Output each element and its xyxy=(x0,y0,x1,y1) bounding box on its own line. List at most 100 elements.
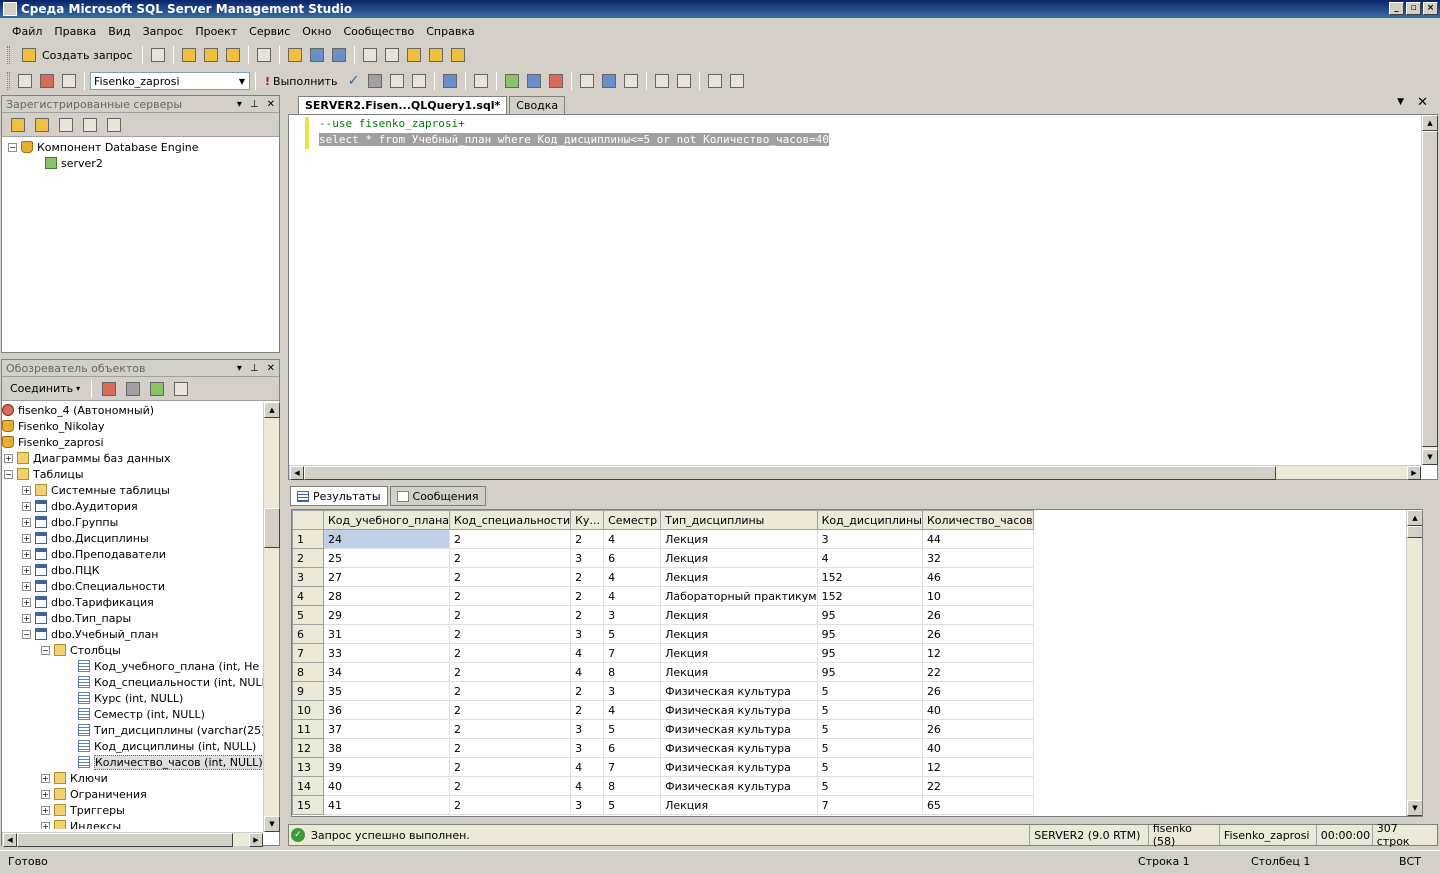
table-cell[interactable]: 40 xyxy=(921,700,1034,720)
results-to-grid-icon[interactable] xyxy=(577,71,597,91)
table-cell[interactable]: 4 xyxy=(603,700,662,720)
parse-check-icon[interactable]: ✓ xyxy=(343,71,363,91)
uncomment-icon[interactable] xyxy=(652,71,672,91)
table-row[interactable]: 4 28 2 2 4 Лабораторный практикум 152 10 xyxy=(292,586,1034,606)
menu-query[interactable]: Запрос xyxy=(137,25,190,38)
table-cell[interactable]: 2 xyxy=(449,757,572,777)
table-cell[interactable]: 152 xyxy=(816,586,923,606)
table-cell[interactable]: 2 xyxy=(449,681,572,701)
menu-file[interactable]: Файл xyxy=(6,25,48,38)
new-file-button[interactable] xyxy=(148,45,168,65)
row-number[interactable]: 13 xyxy=(292,757,324,777)
menu-tools[interactable]: Сервис xyxy=(243,25,296,38)
menu-help[interactable]: Справка xyxy=(420,25,480,38)
tree-node-table[interactable]: + dbo.Специальности xyxy=(22,578,165,594)
table-cell[interactable]: 2 xyxy=(449,643,572,663)
table-cell[interactable]: 2 xyxy=(570,700,605,720)
table-row[interactable]: 2 25 2 3 6 Лекция 4 32 xyxy=(292,548,1034,568)
dropdown-icon[interactable]: ▾ xyxy=(237,363,242,374)
save-all-icon[interactable] xyxy=(329,45,349,65)
table-cell[interactable]: 38 xyxy=(322,738,451,758)
scroll-thumb[interactable] xyxy=(1407,526,1422,538)
table-cell[interactable]: 36 xyxy=(322,700,451,720)
expand-icon[interactable]: + xyxy=(22,565,31,575)
tree-node-table[interactable]: + dbo.Группы xyxy=(22,514,118,530)
editor-vertical-scrollbar[interactable]: ▲ ▼ xyxy=(1421,115,1438,465)
collapse-icon[interactable]: − xyxy=(8,142,17,152)
new-query-button[interactable]: Создать запрос xyxy=(15,45,137,65)
table-cell[interactable]: 8 xyxy=(603,662,662,682)
scroll-down-icon[interactable]: ▼ xyxy=(1407,800,1422,816)
expand-icon[interactable]: + xyxy=(22,613,31,623)
table-cell[interactable]: 3 xyxy=(603,605,662,625)
table-cell[interactable]: 2 xyxy=(570,681,605,701)
table-cell[interactable]: 10 xyxy=(921,586,1034,606)
table-cell[interactable]: 2 xyxy=(570,567,605,587)
row-number[interactable]: 14 xyxy=(292,776,324,796)
table-cell[interactable]: 2 xyxy=(449,529,572,549)
scroll-down-icon[interactable]: ▼ xyxy=(264,816,280,832)
close-icon[interactable]: ✕ xyxy=(267,363,275,374)
table-cell[interactable]: 5 xyxy=(603,719,662,739)
dropdown-icon[interactable]: ▾ xyxy=(237,99,242,110)
open-folder-icon[interactable] xyxy=(285,45,305,65)
tree-node-column[interactable]: Код_дисциплины (int, NULL) xyxy=(78,738,256,754)
table-cell[interactable]: 44 xyxy=(921,529,1034,549)
xmla-query-button[interactable] xyxy=(223,45,243,65)
analysis-services-icon[interactable] xyxy=(32,115,52,135)
table-row[interactable]: 3 27 2 2 4 Лекция 152 46 xyxy=(292,567,1034,587)
expand-icon[interactable]: + xyxy=(41,805,50,815)
scroll-left-icon[interactable]: ◀ xyxy=(3,833,17,847)
tree-vertical-scrollbar[interactable]: ▲ ▼ xyxy=(263,402,280,832)
table-cell[interactable]: 4 xyxy=(570,662,605,682)
table-cell[interactable]: 2 xyxy=(449,662,572,682)
table-row[interactable]: 6 31 2 3 5 Лекция 95 26 xyxy=(292,624,1034,644)
tree-node-database-engine[interactable]: − Компонент Database Engine xyxy=(8,139,199,155)
table-cell[interactable]: 7 xyxy=(816,795,923,815)
connect-button[interactable]: Соединить ▾ xyxy=(6,382,84,395)
tree-node-table-uchebny-plan[interactable]: − dbo.Учебный_план xyxy=(22,626,158,642)
table-cell[interactable]: 152 xyxy=(816,567,923,587)
table-cell[interactable]: 2 xyxy=(449,719,572,739)
table-cell[interactable]: 26 xyxy=(921,719,1034,739)
table-cell[interactable]: 3 xyxy=(570,795,605,815)
table-row[interactable]: 13 39 2 4 7 Физическая культура 5 12 xyxy=(292,757,1034,777)
table-cell[interactable]: 4 xyxy=(816,548,923,568)
close-icon[interactable]: ✕ xyxy=(267,99,275,110)
results-to-text-icon[interactable] xyxy=(546,71,566,91)
scroll-down-icon[interactable]: ▼ xyxy=(1422,449,1438,465)
table-cell[interactable]: Физическая культура xyxy=(660,738,818,758)
collapse-icon[interactable]: − xyxy=(4,469,13,479)
tree-node-table[interactable]: + dbo.Преподаватели xyxy=(22,546,166,562)
collapse-icon[interactable]: − xyxy=(41,645,50,655)
object-explorer-icon[interactable] xyxy=(382,45,402,65)
table-cell[interactable]: 32 xyxy=(921,548,1034,568)
row-number[interactable]: 6 xyxy=(292,624,324,644)
expand-icon[interactable]: + xyxy=(22,597,31,607)
editor-horizontal-scrollbar[interactable]: ◀ ▶ xyxy=(289,465,1421,480)
table-cell[interactable]: 4 xyxy=(603,586,662,606)
table-cell[interactable]: Лекция xyxy=(660,567,818,587)
expand-icon[interactable]: + xyxy=(22,533,31,543)
row-number[interactable]: 12 xyxy=(292,738,324,758)
table-cell[interactable]: 34 xyxy=(322,662,451,682)
row-number[interactable]: 7 xyxy=(292,643,324,663)
code-line-2[interactable]: select * from Учебный_план where Код_дис… xyxy=(319,133,829,146)
table-cell[interactable]: 37 xyxy=(322,719,451,739)
table-cell[interactable]: 8 xyxy=(603,776,662,796)
menu-view[interactable]: Вид xyxy=(102,25,136,38)
table-cell[interactable]: 26 xyxy=(921,605,1034,625)
minimize-button[interactable]: _ xyxy=(1389,2,1404,15)
toolbox-icon[interactable] xyxy=(448,45,468,65)
tree-node-column[interactable]: Семестр (int, NULL) xyxy=(78,706,205,722)
table-cell[interactable]: Лекция xyxy=(660,605,818,625)
table-cell[interactable]: 2 xyxy=(570,605,605,625)
expand-icon[interactable]: + xyxy=(41,773,50,783)
table-cell[interactable]: 40 xyxy=(921,738,1034,758)
table-cell[interactable]: 28 xyxy=(322,586,451,606)
table-cell[interactable]: 2 xyxy=(449,567,572,587)
row-number[interactable]: 8 xyxy=(292,662,324,682)
tree-node-column[interactable]: Курс (int, NULL) xyxy=(78,690,183,706)
table-row[interactable]: 7 33 2 4 7 Лекция 95 12 xyxy=(292,643,1034,663)
table-cell[interactable]: 65 xyxy=(921,795,1034,815)
